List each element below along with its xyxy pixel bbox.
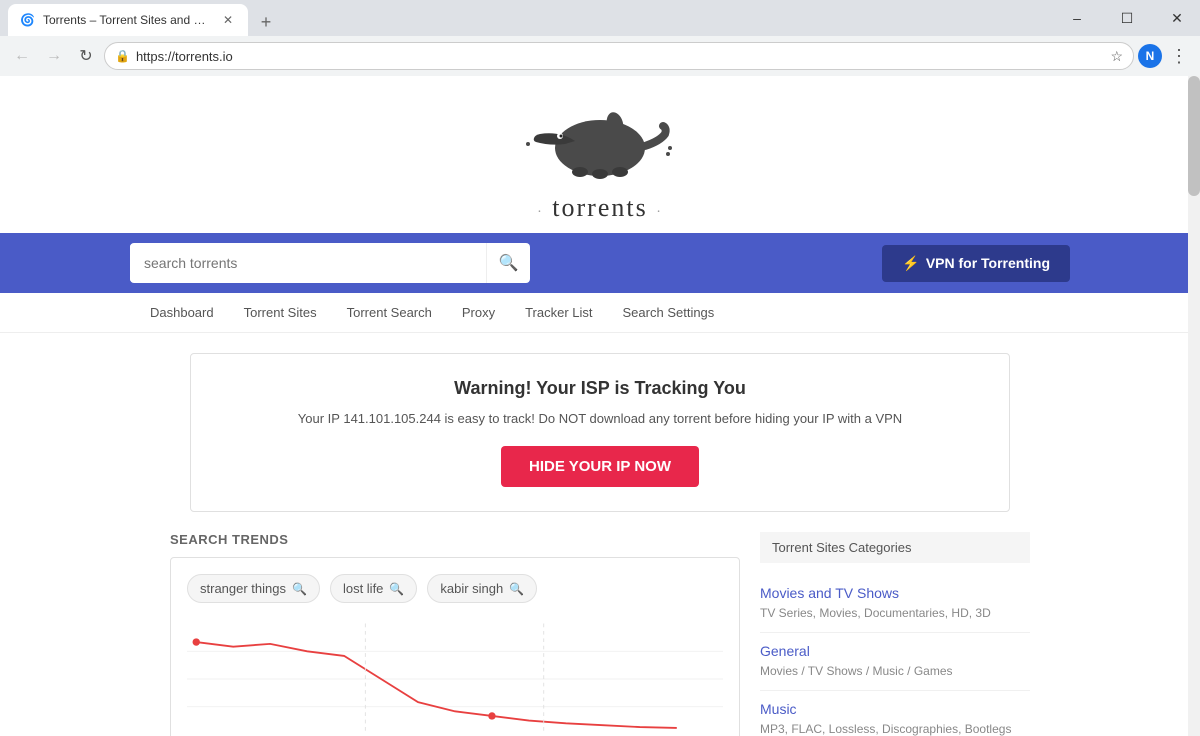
search-box: 🔍 xyxy=(130,243,530,283)
left-column: SEARCH TRENDS stranger things 🔍 lost lif… xyxy=(170,532,740,736)
trend-search-icon-0: 🔍 xyxy=(292,582,307,596)
scrollbar-track xyxy=(1188,76,1200,736)
trend-tag-0[interactable]: stranger things 🔍 xyxy=(187,574,320,603)
category-desc-0: TV Series, Movies, Documentaries, HD, 3D xyxy=(760,606,991,620)
nav-search-settings[interactable]: Search Settings xyxy=(623,305,715,320)
hide-ip-button[interactable]: HIDE YOUR IP NOW xyxy=(501,446,699,487)
vpn-button[interactable]: ⚡ VPN for Torrenting xyxy=(882,245,1070,282)
search-trends-title: SEARCH TRENDS xyxy=(170,532,740,547)
tab-title: Torrents – Torrent Sites and Sear xyxy=(43,13,212,27)
site-logo-text: · torrents · xyxy=(0,193,1200,223)
trends-chart xyxy=(187,619,723,736)
category-item-0: Movies and TV Shows TV Series, Movies, D… xyxy=(760,575,1030,633)
search-input[interactable] xyxy=(130,245,486,281)
trend-label-1: lost life xyxy=(343,581,383,596)
categories-title: Torrent Sites Categories xyxy=(760,532,1030,563)
nav-menu-inner: Dashboard Torrent Sites Torrent Search P… xyxy=(130,301,1070,324)
category-link-0[interactable]: Movies and TV Shows xyxy=(760,585,1030,601)
warning-box-inner: Warning! Your ISP is Tracking You Your I… xyxy=(215,378,985,487)
logo-area: · torrents · xyxy=(0,76,1200,233)
browser-navbar: ← → ↻ 🔒 https://torrents.io ☆ N ⋮ xyxy=(0,36,1200,76)
warning-title: Warning! Your ISP is Tracking You xyxy=(215,378,985,399)
lock-icon: 🔒 xyxy=(115,49,130,63)
warning-box: Warning! Your ISP is Tracking You Your I… xyxy=(190,353,1010,512)
new-tab-button[interactable]: + xyxy=(252,8,280,36)
forward-button[interactable]: → xyxy=(40,42,68,70)
profile-button[interactable]: N xyxy=(1138,44,1162,68)
nav-dashboard[interactable]: Dashboard xyxy=(150,305,214,320)
category-link-2[interactable]: Music xyxy=(760,701,1030,717)
reload-button[interactable]: ↻ xyxy=(72,42,100,70)
trend-tag-1[interactable]: lost life 🔍 xyxy=(330,574,417,603)
nav-torrent-sites[interactable]: Torrent Sites xyxy=(244,305,317,320)
bookmark-icon[interactable]: ☆ xyxy=(1110,48,1123,65)
window-controls: – ☐ ✕ xyxy=(1054,2,1200,34)
search-inner: 🔍 ⚡ VPN for Torrenting xyxy=(130,243,1070,283)
trend-label-0: stranger things xyxy=(200,581,286,596)
tab-close-button[interactable]: ✕ xyxy=(220,12,236,28)
close-button[interactable]: ✕ xyxy=(1154,2,1200,34)
browser-chrome: 🌀 Torrents – Torrent Sites and Sear ✕ + … xyxy=(0,0,1200,76)
maximize-button[interactable]: ☐ xyxy=(1104,2,1150,34)
url-text: https://torrents.io xyxy=(136,49,1104,64)
minimize-button[interactable]: – xyxy=(1054,2,1100,34)
search-icon: 🔍 xyxy=(499,253,519,273)
anteater-logo xyxy=(520,96,680,186)
lightning-icon: ⚡ xyxy=(902,255,919,272)
trend-search-icon-2: 🔍 xyxy=(509,582,524,596)
nav-tracker-list[interactable]: Tracker List xyxy=(525,305,592,320)
trend-tag-2[interactable]: kabir singh 🔍 xyxy=(427,574,537,603)
trend-tags: stranger things 🔍 lost life 🔍 kabir sing… xyxy=(187,574,723,603)
category-link-1[interactable]: General xyxy=(760,643,1030,659)
search-section: 🔍 ⚡ VPN for Torrenting xyxy=(0,233,1200,293)
page-content: · torrents · 🔍 ⚡ VPN for Torrenting Dash… xyxy=(0,76,1200,736)
category-desc-2: MP3, FLAC, Lossless, Discographies, Boot… xyxy=(760,722,1011,736)
category-desc-1: Movies / TV Shows / Music / Games xyxy=(760,664,953,678)
nav-menu: Dashboard Torrent Sites Torrent Search P… xyxy=(0,293,1200,333)
category-item-2: Music MP3, FLAC, Lossless, Discographies… xyxy=(760,691,1030,736)
trend-search-icon-1: 🔍 xyxy=(389,582,404,596)
search-submit-button[interactable]: 🔍 xyxy=(486,243,530,283)
browser-tab[interactable]: 🌀 Torrents – Torrent Sites and Sear ✕ xyxy=(8,4,248,36)
category-item-1: General Movies / TV Shows / Music / Game… xyxy=(760,633,1030,691)
back-button[interactable]: ← xyxy=(8,42,36,70)
address-bar[interactable]: 🔒 https://torrents.io ☆ xyxy=(104,42,1134,70)
warning-message: Your IP 141.101.105.244 is easy to track… xyxy=(215,411,985,426)
nav-proxy[interactable]: Proxy xyxy=(462,305,495,320)
browser-menu-button[interactable]: ⋮ xyxy=(1166,46,1192,67)
tab-favicon-icon: 🌀 xyxy=(20,13,35,27)
nav-torrent-search[interactable]: Torrent Search xyxy=(347,305,432,320)
scrollbar-thumb[interactable] xyxy=(1188,76,1200,196)
trends-box: stranger things 🔍 lost life 🔍 kabir sing… xyxy=(170,557,740,736)
right-column: Torrent Sites Categories Movies and TV S… xyxy=(760,532,1030,736)
trend-label-2: kabir singh xyxy=(440,581,503,596)
chart-area xyxy=(187,619,723,736)
